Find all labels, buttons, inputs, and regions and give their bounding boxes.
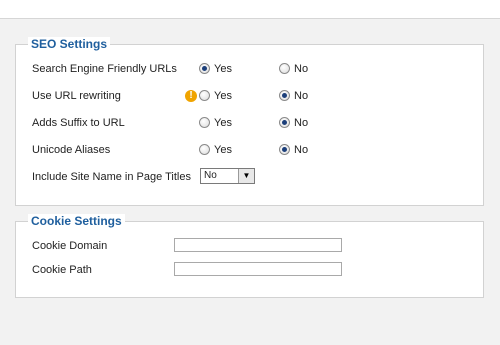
unicode-aliases-no-radio[interactable] [279,144,290,155]
url-rewriting-no-radio[interactable] [279,90,290,101]
url-rewriting-label: Use URL rewriting [32,90,121,102]
sef-urls-label: Search Engine Friendly URLs [32,63,177,75]
site-name-select[interactable]: No ▼ [200,168,255,184]
chevron-down-icon[interactable]: ▼ [238,169,254,183]
unicode-aliases-yes-label[interactable]: Yes [214,142,232,158]
url-suffix-yes-radio[interactable] [199,117,210,128]
cookie-path-input[interactable] [174,262,342,276]
sef-urls-yes-radio[interactable] [199,63,210,74]
sef-urls-yes-label[interactable]: Yes [214,61,232,77]
unicode-aliases-no-label[interactable]: No [294,142,308,158]
url-rewriting-yes-label[interactable]: Yes [214,88,232,104]
exclamation-icon: ! [185,90,197,102]
url-suffix-no-label[interactable]: No [294,115,308,131]
cookie-domain-label: Cookie Domain [32,240,108,252]
unicode-aliases-yes-radio[interactable] [199,144,210,155]
url-suffix-yes-label[interactable]: Yes [214,115,232,131]
unicode-aliases-label: Unicode Aliases [32,144,111,156]
url-suffix-label: Adds Suffix to URL [32,117,125,129]
seo-settings-title: SEO Settings [28,37,111,52]
sef-urls-no-label[interactable]: No [294,61,308,77]
url-rewriting-yes-radio[interactable] [199,90,210,101]
cookie-path-label: Cookie Path [32,264,92,276]
url-suffix-no-radio[interactable] [279,117,290,128]
cookie-settings-title: Cookie Settings [28,214,125,229]
seo-settings-panel: SEO Settings Search Engine Friendly URLs… [15,37,484,206]
sef-urls-no-radio[interactable] [279,63,290,74]
top-bar [0,0,500,19]
cookie-domain-input[interactable] [174,238,342,252]
site-name-select-value: No [204,170,217,181]
url-rewriting-no-label[interactable]: No [294,88,308,104]
cookie-settings-panel: Cookie Settings Cookie Domain Cookie Pat… [15,214,484,298]
site-name-label: Include Site Name in Page Titles [32,171,191,183]
